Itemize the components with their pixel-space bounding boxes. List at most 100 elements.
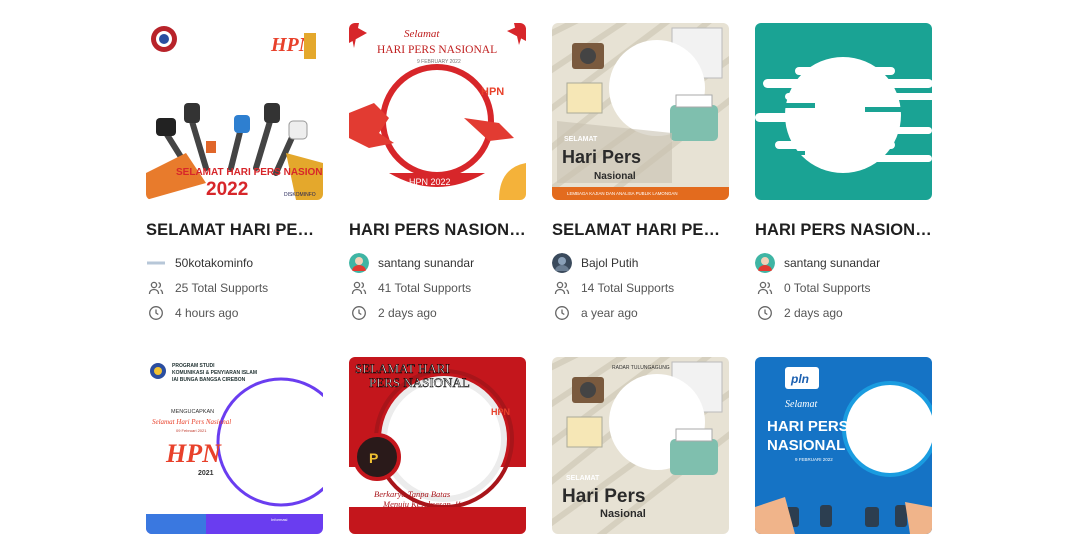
campaign-title[interactable]: SELAMAT HARI PERS ... xyxy=(552,221,729,240)
svg-text:SELAMAT: SELAMAT xyxy=(566,475,600,482)
twibbon-image: SELAMAT HARI PERS NASIONAL P HPN Berkary… xyxy=(349,357,526,534)
author-name[interactable]: 50kotakominfo xyxy=(175,256,253,270)
svg-text:09 Februari 2021: 09 Februari 2021 xyxy=(176,428,207,433)
twibbon-image xyxy=(755,23,932,200)
supports-count: 25 Total Supports xyxy=(175,280,269,295)
supports-row: 14 Total Supports xyxy=(552,275,729,300)
campaign-title[interactable]: HARI PERS NASIONAL xyxy=(755,221,932,240)
svg-text:Informasi: Informasi xyxy=(271,517,288,522)
clock-icon xyxy=(755,303,775,323)
campaign-card[interactable]: Selamat HARI PERS NASIONAL 9 FEBRUARY 20… xyxy=(349,23,526,325)
twibbon-image: SELAMAT Hari Pers Nasional LEMBAGA KAJIA… xyxy=(552,23,729,200)
svg-text:SELAMAT HARI PERS NASIONAL: SELAMAT HARI PERS NASIONAL xyxy=(176,167,323,178)
users-icon xyxy=(146,278,166,298)
svg-text:2021: 2021 xyxy=(198,470,214,477)
svg-text:Hari Pers: Hari Pers xyxy=(562,147,641,167)
svg-text:MENGUCAPKAN: MENGUCAPKAN xyxy=(171,409,214,415)
campaign-thumbnail[interactable]: RADAR TULUNGAGUNG SELAMAT Hari Pers Nasi… xyxy=(552,357,729,534)
campaign-card[interactable]: HPN SELAMAT HARI PERS NASIONAL 2022 DISK… xyxy=(146,23,323,325)
campaign-thumbnail[interactable] xyxy=(755,23,932,200)
supports-row: 0 Total Supports xyxy=(755,275,932,300)
campaign-thumbnail[interactable]: PROGRAM STUDI KOMUNIKASI & PENYIARAN ISL… xyxy=(146,357,323,534)
campaign-card[interactable]: HARI PERS NASIONAL santang sunandar 0 To… xyxy=(755,23,932,325)
svg-text:LEMBAGA KAJIAN DAN ANALISA PUB: LEMBAGA KAJIAN DAN ANALISA PUBLIK LAMONG… xyxy=(567,191,678,196)
users-icon xyxy=(349,278,369,298)
svg-text:Selamat: Selamat xyxy=(785,399,817,410)
svg-text:RADAR TULUNGAGUNG: RADAR TULUNGAGUNG xyxy=(612,365,670,371)
svg-text:SELAMAT: SELAMAT xyxy=(564,136,598,143)
avatar xyxy=(349,252,369,273)
svg-text:Nasional: Nasional xyxy=(600,508,646,520)
author-row[interactable]: Bajol Putih xyxy=(552,250,729,275)
svg-text:Selamat Hari Pers Nasional: Selamat Hari Pers Nasional xyxy=(152,418,231,426)
clock-icon xyxy=(552,303,572,323)
campaign-card[interactable]: PROGRAM STUDI KOMUNIKASI & PENYIARAN ISL… xyxy=(146,357,323,534)
time-row: 4 hours ago xyxy=(146,300,323,325)
campaign-title[interactable]: HARI PERS NASIONAL xyxy=(349,221,526,240)
svg-text:pln: pln xyxy=(790,372,809,386)
avatar xyxy=(146,253,166,273)
author-row[interactable]: santang sunandar xyxy=(349,250,526,275)
time-row: 2 days ago xyxy=(755,300,932,325)
supports-row: 25 Total Supports xyxy=(146,275,323,300)
svg-text:HARI PERS NASIONAL: HARI PERS NASIONAL xyxy=(377,44,497,56)
time-row: 2 days ago xyxy=(349,300,526,325)
svg-text:9 FEBRUARI 2022: 9 FEBRUARI 2022 xyxy=(795,457,833,462)
svg-text:SELAMAT HARI: SELAMAT HARI xyxy=(355,361,450,376)
campaign-thumbnail[interactable]: pln Selamat HARI PERS NASIONAL 9 FEBRUAR… xyxy=(755,357,932,534)
svg-text:KOMUNIKASI & PENYIARAN ISLAM: KOMUNIKASI & PENYIARAN ISLAM xyxy=(172,370,257,376)
author-row[interactable]: santang sunandar xyxy=(755,250,932,275)
svg-text:Berkarya Tanpa Batas: Berkarya Tanpa Batas xyxy=(374,489,451,499)
time-ago: 4 hours ago xyxy=(175,305,239,320)
twibbon-image: PROGRAM STUDI KOMUNIKASI & PENYIARAN ISL… xyxy=(146,357,323,534)
clock-icon xyxy=(349,303,369,323)
svg-text:HPN: HPN xyxy=(165,439,222,468)
svg-text:NASIONAL: NASIONAL xyxy=(767,437,845,454)
svg-text:P: P xyxy=(369,450,378,466)
svg-text:PROGRAM STUDI: PROGRAM STUDI xyxy=(172,363,215,369)
author-row[interactable]: 50kotakominfo xyxy=(146,250,323,275)
time-ago: 2 days ago xyxy=(784,305,843,320)
users-icon xyxy=(552,278,572,298)
svg-text:Hari Pers: Hari Pers xyxy=(562,486,645,507)
supports-row: 41 Total Supports xyxy=(349,275,526,300)
campaign-card[interactable]: pln Selamat HARI PERS NASIONAL 9 FEBRUAR… xyxy=(755,357,932,534)
svg-text:HARI PERS: HARI PERS xyxy=(767,418,849,435)
campaign-thumbnail[interactable]: SELAMAT Hari Pers Nasional LEMBAGA KAJIA… xyxy=(552,23,729,200)
twibbon-image: RADAR TULUNGAGUNG SELAMAT Hari Pers Nasi… xyxy=(552,357,729,534)
svg-text:IAI BUNGA BANGSA CIREBON: IAI BUNGA BANGSA CIREBON xyxy=(172,377,246,383)
campaign-thumbnail[interactable]: HPN SELAMAT HARI PERS NASIONAL 2022 DISK… xyxy=(146,23,323,200)
campaign-grid: HPN SELAMAT HARI PERS NASIONAL 2022 DISK… xyxy=(146,23,932,534)
twibbon-image: Selamat HARI PERS NASIONAL 9 FEBRUARY 20… xyxy=(349,23,526,200)
svg-text:Menuju Kesuksesan..!!: Menuju Kesuksesan..!! xyxy=(382,499,461,509)
svg-text:HPN: HPN xyxy=(491,407,510,417)
campaign-thumbnail[interactable]: Selamat HARI PERS NASIONAL 9 FEBRUARY 20… xyxy=(349,23,526,200)
svg-text:Selamat: Selamat xyxy=(404,28,440,40)
supports-count: 41 Total Supports xyxy=(378,280,472,295)
supports-count: 0 Total Supports xyxy=(784,280,871,295)
twibbon-image: HPN SELAMAT HARI PERS NASIONAL 2022 DISK… xyxy=(146,23,323,200)
author-name[interactable]: santang sunandar xyxy=(784,256,880,270)
campaign-thumbnail[interactable]: SELAMAT HARI PERS NASIONAL P HPN Berkary… xyxy=(349,357,526,534)
time-ago: a year ago xyxy=(581,305,638,320)
campaign-card[interactable]: SELAMAT HARI PERS NASIONAL P HPN Berkary… xyxy=(349,357,526,534)
svg-text:DISKOMINFO: DISKOMINFO xyxy=(284,192,316,198)
campaign-title[interactable]: SELAMAT HARI PERS ... xyxy=(146,221,323,240)
campaign-card[interactable]: RADAR TULUNGAGUNG SELAMAT Hari Pers Nasi… xyxy=(552,357,729,534)
author-name[interactable]: santang sunandar xyxy=(378,256,474,270)
users-icon xyxy=(755,278,775,298)
campaign-card[interactable]: SELAMAT Hari Pers Nasional LEMBAGA KAJIA… xyxy=(552,23,729,325)
clock-icon xyxy=(146,303,166,323)
avatar xyxy=(755,252,775,273)
author-name[interactable]: Bajol Putih xyxy=(581,256,638,270)
time-ago: 2 days ago xyxy=(378,305,437,320)
avatar xyxy=(552,252,572,273)
svg-text:Nasional: Nasional xyxy=(594,171,636,182)
twibbon-image: pln Selamat HARI PERS NASIONAL 9 FEBRUAR… xyxy=(755,357,932,534)
supports-count: 14 Total Supports xyxy=(581,280,675,295)
svg-text:PERS NASIONAL: PERS NASIONAL xyxy=(369,375,470,390)
svg-text:2022: 2022 xyxy=(206,179,248,200)
svg-text:HPN 2022: HPN 2022 xyxy=(409,177,451,187)
time-row: a year ago xyxy=(552,300,729,325)
svg-text:HPN: HPN xyxy=(481,86,504,98)
